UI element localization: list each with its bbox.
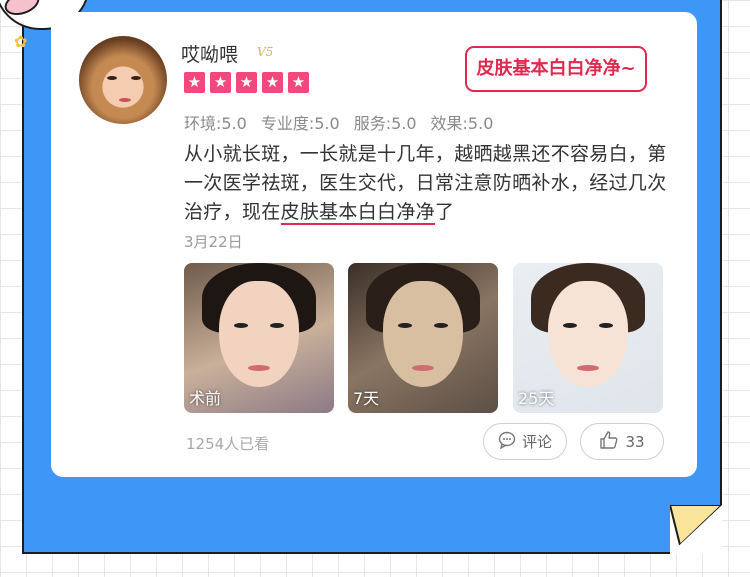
flower-icon: ✿ — [14, 32, 28, 51]
review-highlight: 皮肤基本白白净净 — [280, 201, 435, 225]
rating-breakdown: 环境:5.0 专业度:5.0 服务:5.0 效果:5.0 — [184, 110, 493, 134]
comment-label: 评论 — [521, 433, 552, 451]
star-icon: ★ — [262, 72, 283, 93]
photo-face — [548, 281, 628, 387]
like-button[interactable]: 33 — [580, 423, 664, 460]
star-icon: ★ — [288, 72, 309, 93]
star-icon: ★ — [184, 72, 205, 93]
rating-environment: 环境:5.0 — [184, 114, 247, 133]
review-card: 哎呦喂 V5 ★ ★ ★ ★ ★ 皮肤基本白白净净~ 环境:5.0 专业度:5.… — [51, 12, 697, 477]
photo-face — [383, 281, 463, 387]
rating-professionalism: 专业度:5.0 — [260, 114, 340, 133]
comment-icon — [498, 431, 516, 453]
photo-before[interactable]: 术前 — [184, 263, 334, 413]
photo-eye — [234, 323, 248, 328]
photo-label: 7天 — [353, 389, 380, 408]
like-count: 33 — [625, 432, 645, 451]
rating-effect: 效果:5.0 — [430, 114, 494, 133]
page-corner-fold — [670, 505, 722, 554]
vip-level-badge: V5 — [257, 45, 274, 59]
photo-eye — [270, 323, 284, 328]
photo-day25[interactable]: 25天 — [513, 263, 663, 413]
photo-eye — [434, 323, 448, 328]
photo-lip — [412, 365, 434, 371]
rating-service: 服务:5.0 — [353, 114, 417, 133]
avatar-eye — [107, 76, 117, 80]
cheek-shape — [1, 0, 43, 20]
view-count: 1254人已看 — [186, 435, 270, 453]
photo-label: 25天 — [518, 389, 555, 408]
photo-lip — [577, 365, 599, 371]
username[interactable]: 哎呦喂 — [181, 40, 238, 67]
star-icon: ★ — [236, 72, 257, 93]
review-date: 3月22日 — [184, 233, 243, 251]
review-tag[interactable]: 皮肤基本白白净净~ — [465, 46, 647, 92]
photo-eye — [398, 323, 412, 328]
star-rating: ★ ★ ★ ★ ★ — [184, 72, 309, 93]
photo-eye — [563, 323, 577, 328]
photo-eye — [599, 323, 613, 328]
review-text: 从小就长斑，一长就是十几年，越晒越黑还不容易白，第一次医学祛斑，医生交代，日常注… — [184, 140, 674, 227]
avatar[interactable] — [79, 36, 167, 124]
review-text-end: 了 — [434, 201, 455, 223]
comment-button[interactable]: 评论 — [483, 423, 567, 460]
photo-day7[interactable]: 7天 — [348, 263, 498, 413]
star-icon: ★ — [210, 72, 231, 93]
avatar-mouth — [119, 98, 131, 102]
thumbs-up-icon — [599, 430, 619, 454]
photo-label: 术前 — [189, 389, 222, 408]
photo-face — [219, 281, 299, 387]
avatar-eye — [131, 76, 141, 80]
photo-lip — [248, 365, 270, 371]
